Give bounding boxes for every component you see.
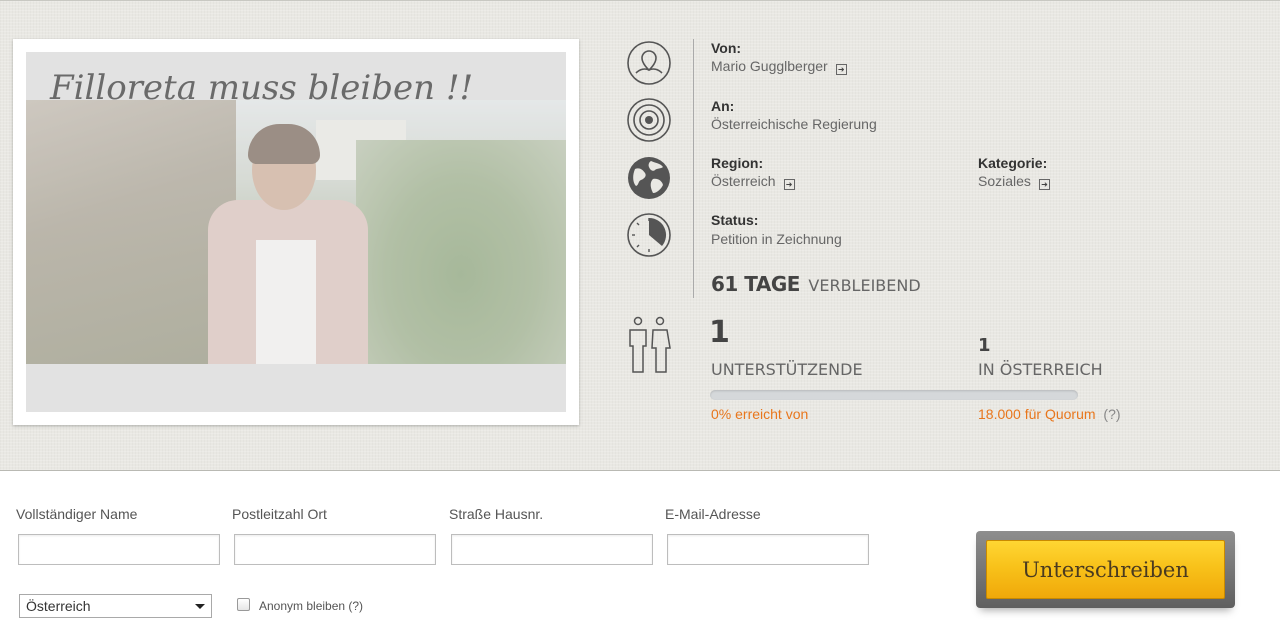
globe-icon — [626, 155, 672, 201]
days-number: 61 TAGE — [711, 272, 800, 296]
region-link[interactable]: Österreich ➜ — [711, 173, 795, 190]
days-remaining: 61 TAGE VERBLEIBEND — [711, 272, 921, 296]
street-input[interactable] — [451, 534, 653, 565]
quorum-number: 18.000 — [978, 406, 1021, 422]
chevron-down-icon[interactable] — [195, 604, 205, 609]
sign-button[interactable]: Unterschreiben — [986, 540, 1225, 599]
anonymous-label[interactable]: Anonym bleiben (?) — [259, 599, 363, 613]
austria-count: 1 — [978, 335, 991, 356]
anonymous-checkbox[interactable] — [237, 598, 250, 611]
category-value[interactable]: Soziales — [978, 173, 1031, 189]
country-select[interactable]: Österreich — [19, 594, 212, 618]
supporters-caption: UNTERSTÜTZENDE — [711, 360, 863, 379]
quorum-help-link[interactable]: (?) — [1103, 406, 1120, 422]
status-label: Status: — [711, 212, 759, 228]
from-value[interactable]: Mario Gugglberger — [711, 58, 828, 74]
region-label: Region: — [711, 155, 764, 171]
to-label: An: — [711, 98, 735, 114]
zip-label: Postleitzahl Ort — [232, 506, 327, 522]
days-text: VERBLEIBEND — [808, 276, 921, 295]
zip-input[interactable] — [234, 534, 436, 565]
sign-button-frame: Unterschreiben — [976, 531, 1235, 608]
from-label: Von: — [711, 40, 742, 56]
quorum-progress-bar — [710, 390, 1078, 400]
from-link[interactable]: Mario Gugglberger ➜ — [711, 58, 847, 75]
quorum-text: für Quorum — [1024, 406, 1096, 422]
target-icon — [626, 97, 672, 143]
country-selected[interactable]: Österreich — [26, 598, 91, 614]
email-label: E-Mail-Adresse — [665, 506, 761, 522]
info-divider — [693, 39, 694, 298]
clock-icon — [626, 212, 672, 258]
name-input[interactable] — [18, 534, 220, 565]
external-link-icon[interactable]: ➜ — [783, 179, 795, 190]
person-pin-icon — [626, 40, 672, 86]
petition-title: Filloreta muss bleiben !! — [50, 68, 474, 108]
email-input[interactable] — [667, 534, 869, 565]
category-link[interactable]: Soziales ➜ — [978, 173, 1050, 190]
people-icon — [626, 316, 672, 374]
to-value: Österreichische Regierung — [711, 116, 877, 132]
austria-caption: IN ÖSTERREICH — [978, 360, 1103, 379]
category-label: Kategorie: — [978, 155, 1048, 171]
external-link-icon[interactable]: ➜ — [835, 64, 847, 75]
status-value: Petition in Zeichnung — [711, 231, 842, 247]
petition-photo — [26, 100, 566, 364]
region-value[interactable]: Österreich — [711, 173, 776, 189]
street-label: Straße Hausnr. — [449, 506, 544, 522]
petition-photo-card: Filloreta muss bleiben !! — [13, 39, 579, 425]
external-link-icon[interactable]: ➜ — [1038, 179, 1050, 190]
petition-header-panel: Filloreta muss bleiben !! Von: Mario Gug… — [0, 0, 1280, 471]
reached-text: 0% erreicht von — [711, 406, 809, 422]
petition-photo-frame: Filloreta muss bleiben !! — [26, 52, 566, 412]
supporters-count: 1 — [709, 315, 730, 350]
quorum-info: 18.000 für Quorum (?) — [978, 406, 1121, 422]
name-label: Vollständiger Name — [16, 506, 138, 522]
